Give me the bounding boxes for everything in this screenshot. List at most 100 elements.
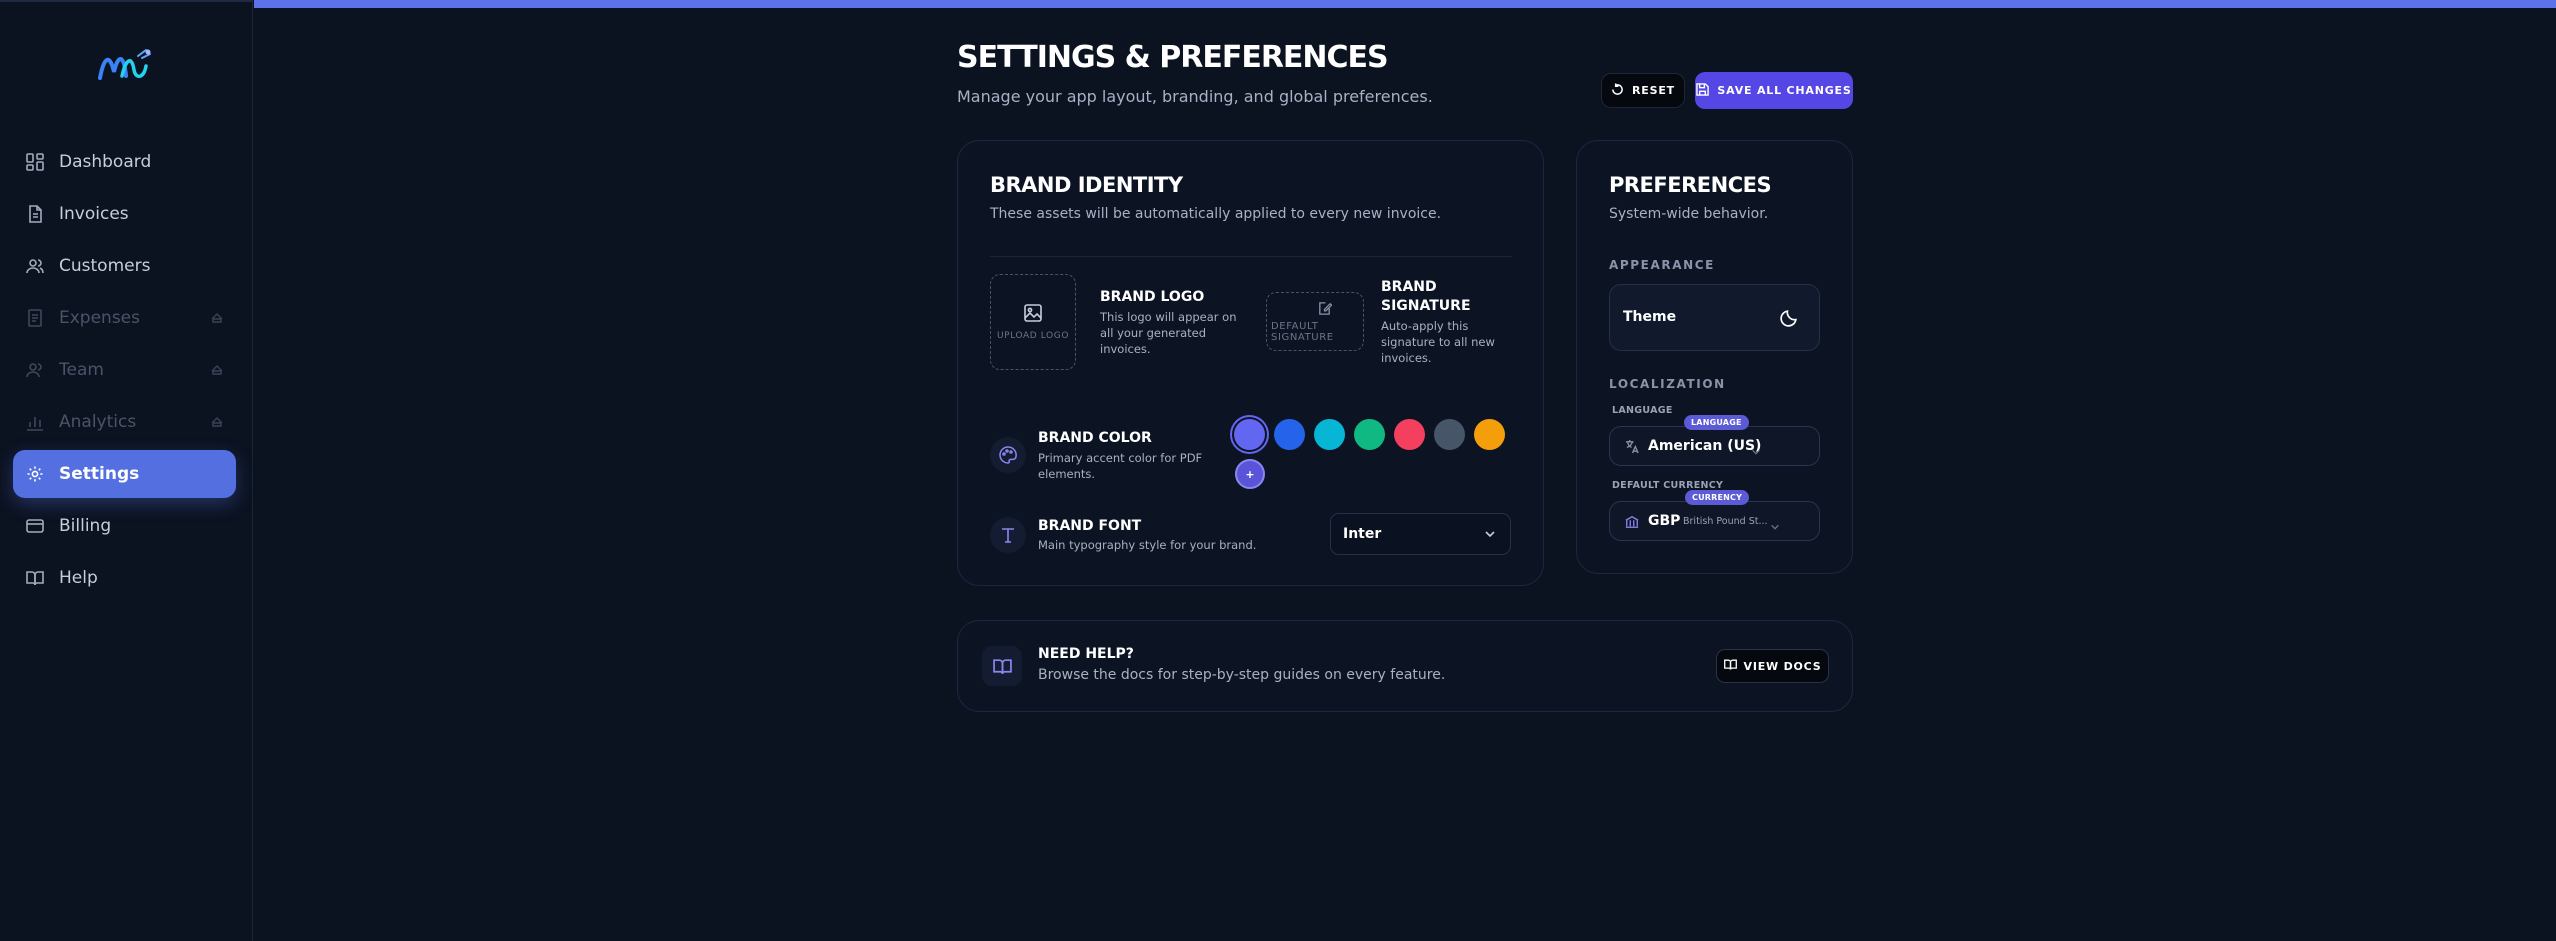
- brand-signature-desc-line: signature to all new: [1381, 335, 1495, 349]
- color-swatch-cyan[interactable]: [1314, 419, 1345, 450]
- save-button-label: SAVE ALL CHANGES: [1717, 84, 1852, 97]
- sidebar-item-label: Dashboard: [59, 152, 152, 172]
- receipt-icon: [25, 308, 45, 328]
- brand-signature-description: Auto-apply this signature to all new inv…: [1381, 318, 1495, 366]
- sidebar-item-label: Billing: [59, 516, 112, 536]
- signature-placeholder-line: DEFAULT: [1271, 320, 1319, 332]
- color-swatch-indigo[interactable]: [1234, 419, 1265, 450]
- brand-color-description: Primary accent color for PDF elements.: [1038, 450, 1202, 482]
- brand-font-title: BRAND FONT: [1038, 518, 1142, 534]
- color-swatch-rose[interactable]: [1394, 419, 1425, 450]
- brand-font-select[interactable]: Inter: [1330, 513, 1511, 555]
- book-icon: [1723, 658, 1737, 674]
- reset-button-label: RESET: [1632, 84, 1675, 97]
- brand-font-value: Inter: [1343, 526, 1382, 542]
- palette-icon: [990, 437, 1026, 473]
- localization-section-label: LOCALIZATION: [1609, 377, 1726, 391]
- brand-font-description: Main typography style for your brand.: [1038, 538, 1257, 552]
- typography-icon: [990, 517, 1026, 553]
- page-subtitle: Manage your app layout, branding, and gl…: [957, 87, 1433, 106]
- chevron-down-icon: [1770, 517, 1780, 536]
- currency-select[interactable]: GBP British Pound St...: [1609, 501, 1820, 541]
- signature-placeholder-line: SIGNATURE: [1271, 331, 1334, 343]
- sidebar-item-label: Invoices: [59, 204, 129, 224]
- brand-color-title: BRAND COLOR: [1038, 430, 1152, 446]
- preferences-title: PREFERENCES: [1609, 173, 1772, 197]
- brand-color-desc-line: Primary accent color for PDF: [1038, 451, 1203, 465]
- translate-icon: [1625, 439, 1640, 458]
- brand-signature-desc-line: invoices.: [1381, 351, 1432, 365]
- reset-button[interactable]: RESET: [1601, 73, 1685, 108]
- default-signature-box[interactable]: DEFAULT SIGNATURE: [1266, 292, 1364, 351]
- appearance-section-label: APPEARANCE: [1609, 258, 1715, 272]
- sidebar-item-invoices[interactable]: Invoices: [13, 190, 236, 238]
- page-title: SETTINGS & PREFERENCES: [957, 40, 1389, 75]
- book-icon: [25, 568, 45, 588]
- bank-icon: [1625, 514, 1639, 533]
- theme-label: Theme: [1623, 309, 1677, 325]
- sidebar-item-label: Customers: [59, 256, 151, 276]
- need-help-title: NEED HELP?: [1038, 646, 1134, 662]
- save-all-button[interactable]: SAVE ALL CHANGES: [1695, 72, 1853, 109]
- sidebar-item-analytics[interactable]: Analytics: [13, 398, 236, 446]
- sidebar-item-help[interactable]: Help: [13, 554, 236, 602]
- brand-logo-title: BRAND LOGO: [1100, 289, 1205, 305]
- sidebar-item-label: Settings: [59, 464, 140, 484]
- top-accent-bar: [254, 0, 2556, 8]
- add-custom-color-button[interactable]: +: [1235, 459, 1265, 489]
- upload-logo-dropzone[interactable]: UPLOAD LOGO: [990, 274, 1076, 370]
- chevron-down-icon: [1751, 442, 1761, 461]
- moon-icon[interactable]: [1780, 308, 1799, 331]
- view-docs-button[interactable]: VIEW DOCS: [1716, 649, 1829, 683]
- language-label: LANGUAGE: [1612, 405, 1673, 416]
- book-icon: [982, 646, 1022, 686]
- sidebar-item-customers[interactable]: Customers: [13, 242, 236, 290]
- sidebar-item-label: Expenses: [59, 308, 140, 328]
- color-swatch-blue[interactable]: [1274, 419, 1305, 450]
- need-help-description: Browse the docs for step-by-step guides …: [1038, 667, 1446, 683]
- currency-name: British Pound St...: [1683, 516, 1768, 527]
- upload-logo-label: UPLOAD LOGO: [996, 331, 1070, 341]
- brand-signature-title-line: SIGNATURE: [1381, 298, 1471, 314]
- chevron-down-icon: [1484, 528, 1496, 544]
- brand-signature-title: BRAND SIGNATURE: [1381, 278, 1471, 316]
- sidebar: Dashboard Invoices Customers Expenses Te…: [0, 0, 253, 941]
- save-icon: [1696, 82, 1710, 99]
- app-logo[interactable]: [96, 46, 156, 86]
- color-swatch-amber[interactable]: [1474, 419, 1505, 450]
- lock-icon: [210, 414, 224, 428]
- lock-icon: [210, 362, 224, 376]
- brand-identity-subtitle: These assets will be automatically appli…: [990, 206, 1442, 222]
- credit-card-icon: [25, 516, 45, 536]
- language-select[interactable]: American (US): [1609, 426, 1820, 466]
- brand-identity-title: BRAND IDENTITY: [990, 173, 1183, 197]
- currency-badge: CURRENCY: [1685, 490, 1750, 505]
- theme-toggle-row[interactable]: Theme: [1609, 284, 1820, 351]
- language-value: American (US): [1648, 438, 1762, 454]
- language-badge: LANGUAGE: [1684, 415, 1749, 430]
- chart-icon: [25, 412, 45, 432]
- team-icon: [25, 360, 45, 380]
- users-icon: [25, 256, 45, 276]
- sidebar-item-dashboard[interactable]: Dashboard: [13, 138, 236, 186]
- color-swatch-slate[interactable]: [1434, 419, 1465, 450]
- signature-edit-icon: [1317, 301, 1332, 319]
- sidebar-item-settings[interactable]: Settings: [13, 450, 236, 498]
- sidebar-item-expenses[interactable]: Expenses: [13, 294, 236, 342]
- document-icon: [25, 204, 45, 224]
- brand-logo-desc-line: all your generated: [1100, 326, 1207, 340]
- preferences-subtitle: System-wide behavior.: [1609, 206, 1769, 222]
- sidebar-item-label: Team: [59, 360, 104, 380]
- sidebar-item-billing[interactable]: Billing: [13, 502, 236, 550]
- dashboard-grid-icon: [25, 152, 45, 172]
- lock-icon: [210, 310, 224, 324]
- gear-icon: [25, 464, 45, 484]
- color-swatch-green[interactable]: [1354, 419, 1385, 450]
- sidebar-item-label: Analytics: [59, 412, 137, 432]
- brand-logo-description: This logo will appear on all your genera…: [1100, 309, 1237, 357]
- brand-divider: [990, 256, 1512, 257]
- sidebar-nav: Dashboard Invoices Customers Expenses Te…: [13, 138, 236, 606]
- brand-signature-desc-line: Auto-apply this: [1381, 319, 1469, 333]
- sidebar-item-team[interactable]: Team: [13, 346, 236, 394]
- sidebar-item-label: Help: [59, 568, 98, 588]
